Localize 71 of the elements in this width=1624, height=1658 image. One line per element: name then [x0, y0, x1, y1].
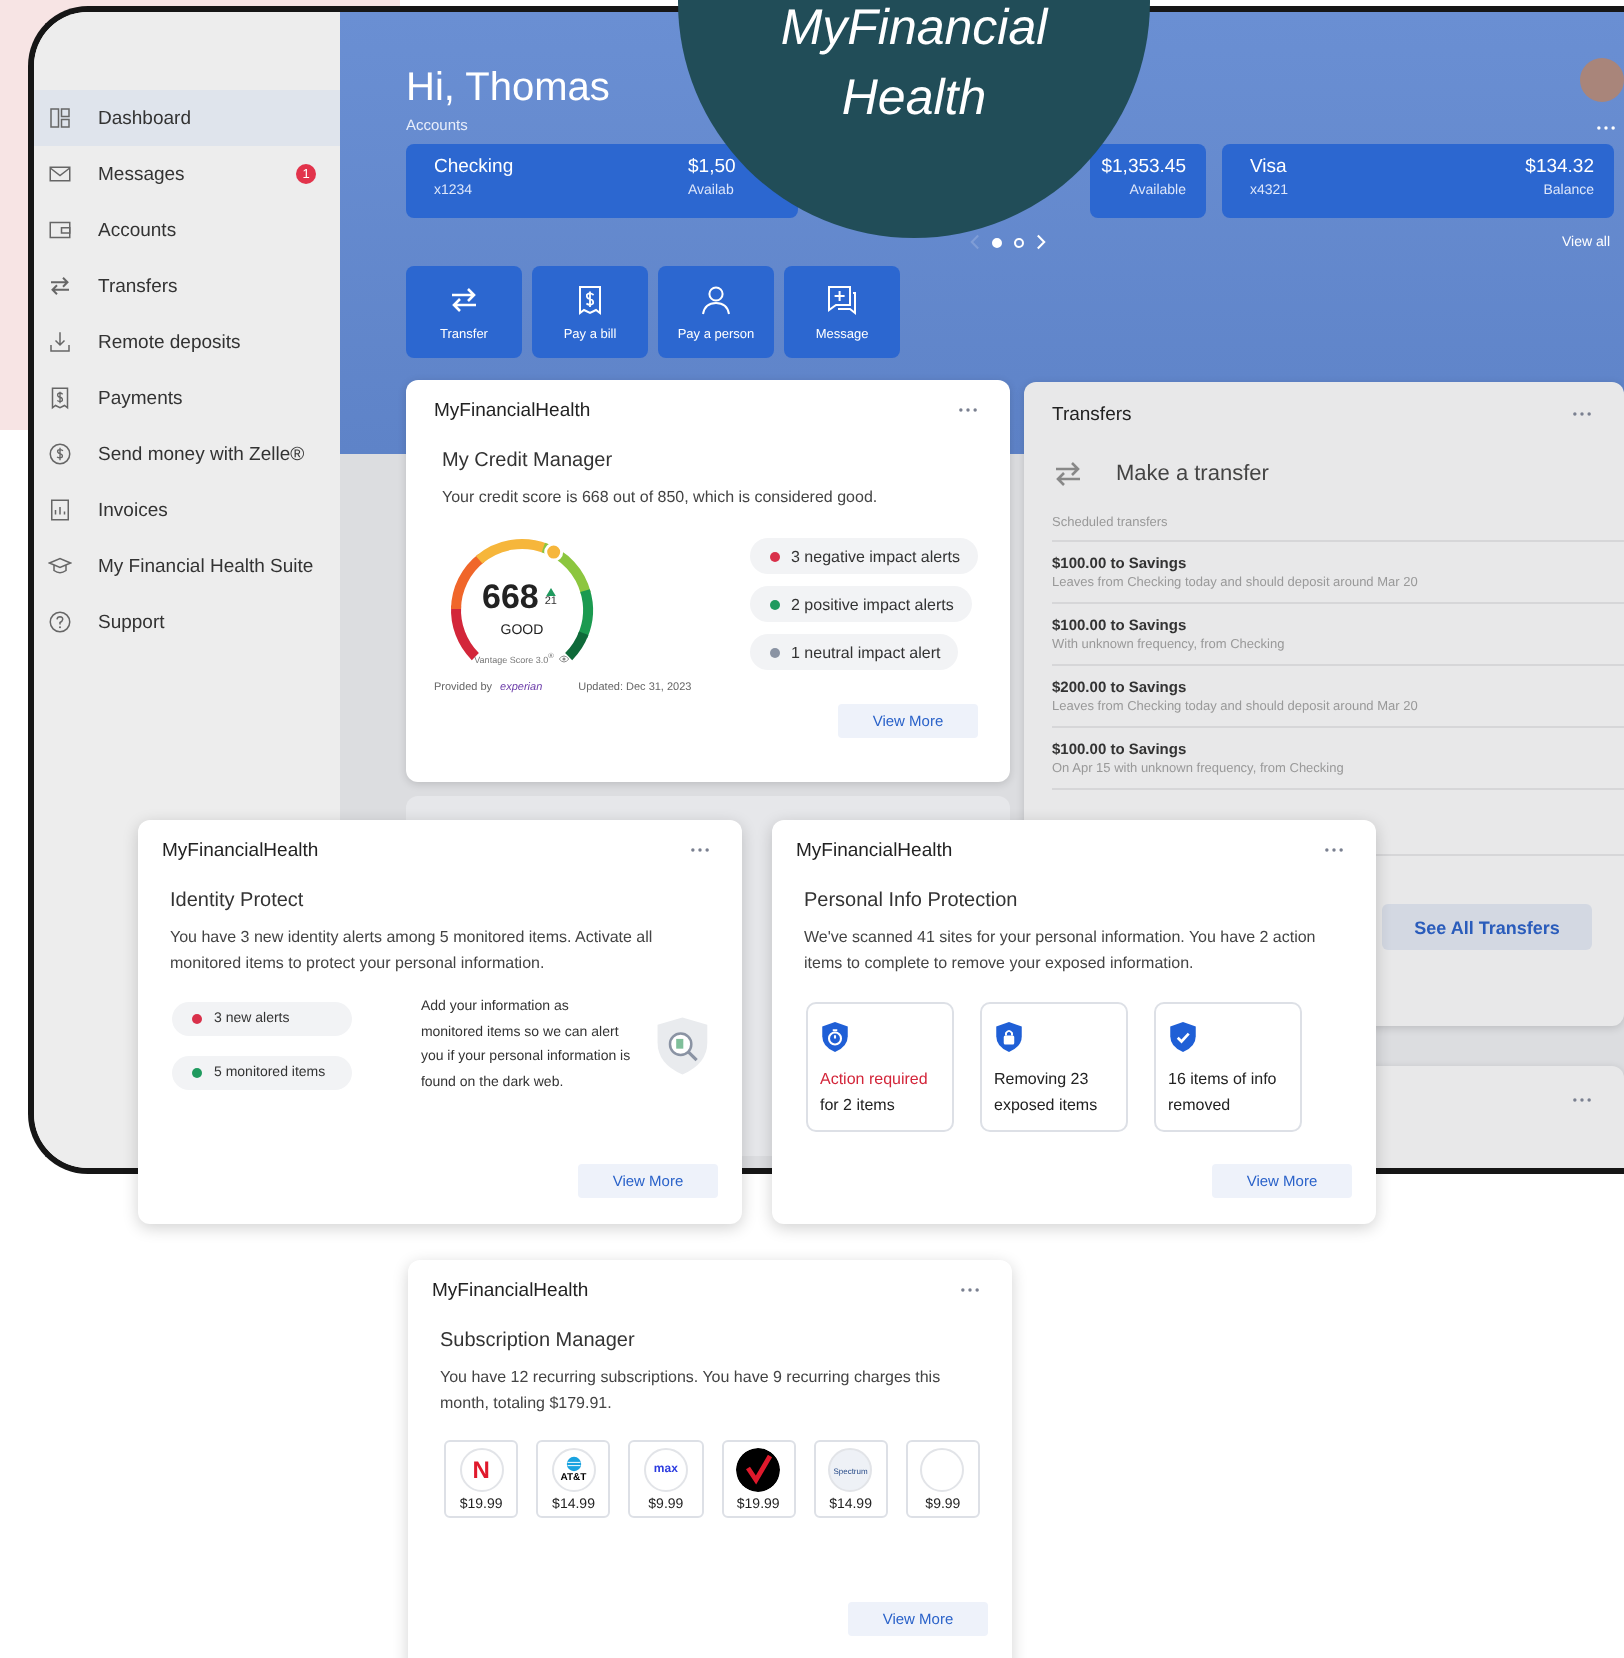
- eye-icon[interactable]: [557, 653, 570, 664]
- logo: N: [459, 1448, 504, 1492]
- sidebar-item[interactable]: Dashboard: [34, 90, 340, 146]
- pager-dot[interactable]: [1014, 237, 1024, 247]
- shield-lock-icon: [994, 1020, 1024, 1054]
- sidebar-item[interactable]: Support: [34, 594, 340, 650]
- shield-check-icon: [1168, 1020, 1198, 1054]
- arrows-icon: [48, 274, 72, 298]
- card-description: You have 3 new identity alerts among 5 monitored items. Activate all monitored items to protect your personal information.: [170, 926, 655, 976]
- card-description: We've scanned 41 sites for your personal information. You have 2 action items to complete to remove your exposed information.: [804, 926, 1318, 976]
- help-icon: [48, 610, 72, 634]
- dashboard-icon: [48, 106, 72, 130]
- gauge-arc: [451, 539, 593, 660]
- dollar-icon: [48, 442, 72, 466]
- pager-dot[interactable]: [992, 237, 1002, 247]
- person-icon: [700, 283, 732, 315]
- mortarboard-icon: [48, 554, 72, 578]
- sidebar-item[interactable]: Send money with Zelle®: [34, 426, 340, 482]
- alert-label: 2 positive impact alerts: [791, 595, 954, 613]
- status-tile[interactable]: Action required for 2 items: [806, 1002, 954, 1132]
- alert-label: 3 negative impact alerts: [791, 547, 960, 565]
- download-icon: [48, 330, 72, 354]
- sidebar-item[interactable]: Remote deposits: [34, 314, 340, 370]
- chat-icon: [826, 283, 858, 315]
- sidebar-item[interactable]: Transfers: [34, 258, 340, 314]
- card-title: My Credit Manager: [442, 450, 615, 472]
- more-icon[interactable]: [690, 846, 710, 854]
- check-logo-icon: [736, 1448, 781, 1492]
- more-icon[interactable]: [1596, 124, 1616, 132]
- arrows-icon: [1052, 458, 1084, 490]
- more-icon[interactable]: [1572, 410, 1592, 418]
- more-icon[interactable]: [1324, 846, 1344, 854]
- card-title: Personal Info Protection: [804, 890, 1020, 912]
- more-icon[interactable]: [958, 406, 978, 414]
- more-icon[interactable]: [960, 1286, 980, 1294]
- shield-magnifier-icon: [653, 1014, 710, 1078]
- alert-pill[interactable]: 1 neutral impact alert: [749, 634, 959, 670]
- sidebar-item[interactable]: Accounts: [34, 202, 340, 258]
- wallet-icon: [48, 218, 72, 242]
- make-transfer-link[interactable]: Make a transfer: [1116, 462, 1269, 486]
- envelope-icon: [48, 162, 72, 186]
- blank-logo-icon: [920, 1448, 965, 1492]
- see-all-transfers-button[interactable]: See All Transfers: [1382, 904, 1592, 950]
- document-icon: [48, 498, 72, 522]
- shield-timer-icon: [820, 1020, 850, 1054]
- chevron-right-icon[interactable]: [1036, 234, 1046, 250]
- card-title: Transfers: [1052, 403, 1132, 425]
- status-tile[interactable]: 16 items of info removed: [1154, 1002, 1302, 1132]
- status-tile[interactable]: Removing 23 exposed items: [980, 1002, 1128, 1132]
- card-title: Identity Protect: [170, 890, 306, 912]
- alert-pill[interactable]: 3 negative impact alerts: [749, 538, 978, 574]
- card-brand: MyFinancialHealth: [432, 1279, 589, 1301]
- arrows-icon: [448, 283, 480, 315]
- sidebar-item[interactable]: Invoices: [34, 482, 340, 538]
- sidebar-item[interactable]: My Financial Health Suite: [34, 538, 340, 594]
- card-brand: MyFinancialHealth: [434, 399, 591, 421]
- credit-score: 668: [482, 578, 539, 618]
- greeting: Hi, Thomas: [406, 64, 610, 112]
- alert-label: 1 neutral impact alert: [791, 643, 941, 661]
- card-brand: MyFinancialHealth: [796, 839, 953, 861]
- card-description: Your credit score is 668 out of 850, which is considered good.: [442, 486, 880, 510]
- alert-pill[interactable]: 2 positive impact alerts: [749, 586, 972, 622]
- receipt-icon: [574, 283, 606, 315]
- brand-title: MyFinancial Health: [778, 0, 1051, 130]
- card-brand: MyFinancialHealth: [162, 839, 319, 861]
- card-description: You have 12 recurring subscriptions. You have 9 recurring charges this month, totaling $179.91.: [440, 1366, 943, 1416]
- more-icon[interactable]: [1572, 1096, 1592, 1104]
- card-title: Subscription Manager: [440, 1330, 637, 1352]
- up-triangle-icon: [545, 588, 556, 596]
- receipt-icon: [48, 386, 72, 410]
- sidebar-item[interactable]: Payments: [34, 370, 340, 426]
